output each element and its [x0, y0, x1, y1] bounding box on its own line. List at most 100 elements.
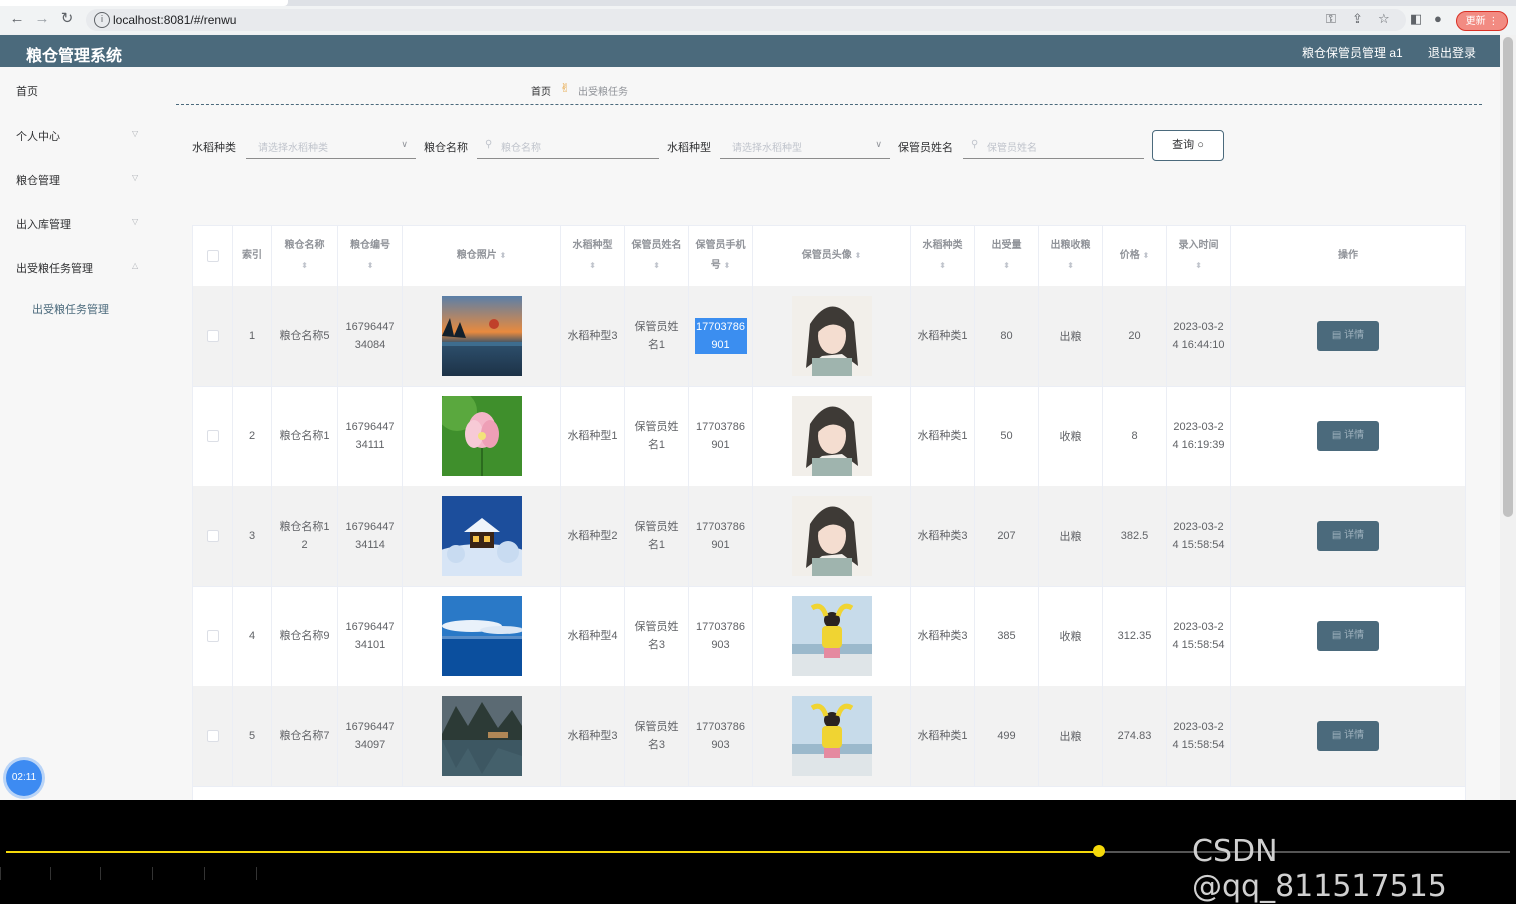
granary-name-input[interactable]: ⚲ 粮仓名称	[477, 131, 659, 159]
sort-icon[interactable]: ⬍	[301, 256, 308, 276]
header-rice-type[interactable]: 水稻种型 ⬍	[561, 226, 625, 286]
sort-icon[interactable]: ⬍	[500, 246, 507, 266]
granary-photo[interactable]	[441, 696, 522, 776]
active-tab[interactable]	[0, 0, 288, 6]
sort-icon[interactable]: ⬍	[855, 246, 862, 266]
cell-granary-name: 粮仓名称9	[279, 630, 330, 642]
player-control[interactable]	[0, 867, 51, 880]
query-button[interactable]: 查询 ○	[1152, 130, 1224, 161]
header-rice-kind[interactable]: 水稻种类 ⬍	[911, 226, 975, 286]
cell-entry-time: 2023-03-24 15:58:54	[1172, 621, 1225, 651]
table-cell	[193, 386, 233, 486]
progress-handle[interactable]	[1093, 845, 1106, 857]
sort-icon[interactable]: ⬍	[589, 256, 596, 276]
chevron-down-icon[interactable]: ▽	[132, 217, 138, 226]
table-cell: 382.5	[1103, 486, 1167, 586]
rice-type-select[interactable]: 请选择水稻种型 ∨	[720, 131, 890, 159]
header-keeper-avatar[interactable]: 保管员头像 ⬍	[753, 226, 911, 286]
header-entry-time-label: 录入时间	[1178, 240, 1219, 251]
granary-photo[interactable]	[441, 296, 522, 376]
chevron-down-icon[interactable]: ▽	[132, 173, 138, 182]
table-cell: 水稻种型3	[561, 686, 625, 786]
keeper-name-input[interactable]: ⚲ 保管员姓名	[963, 131, 1144, 159]
side-panel-icon[interactable]: ◧	[1410, 12, 1422, 26]
address-bar[interactable]: i localhost:8081/#/renwu	[86, 9, 1406, 31]
player-control[interactable]	[204, 867, 255, 880]
keeper-avatar[interactable]	[791, 596, 872, 676]
table-cell: 1679644734097	[338, 686, 403, 786]
chevron-up-icon[interactable]: △	[132, 261, 138, 270]
cell-entry-time: 2023-03-24 16:19:39	[1172, 421, 1225, 451]
row-checkbox[interactable]	[206, 530, 219, 542]
row-checkbox[interactable]	[206, 330, 219, 342]
header-granary-name[interactable]: 粮仓名称 ⬍	[272, 226, 338, 286]
row-checkbox[interactable]	[206, 630, 219, 642]
cell-granary-no: 1679644734114	[345, 521, 395, 551]
sidebar-item-inout[interactable]: 出入库管理	[16, 216, 71, 232]
keeper-avatar[interactable]	[791, 396, 872, 476]
sort-icon[interactable]: ⬍	[653, 261, 660, 270]
sort-icon[interactable]: ⬍	[1195, 256, 1202, 276]
sidebar-item-personal[interactable]: 个人中心	[16, 128, 60, 144]
profile-icon[interactable]: ●	[1434, 12, 1442, 26]
table-cell: 水稻种型3	[561, 286, 625, 386]
select-all-checkbox[interactable]	[206, 250, 219, 262]
key-icon[interactable]: ⚿	[1326, 12, 1336, 26]
detail-button[interactable]: ▤ 详情	[1317, 621, 1379, 651]
granary-photo[interactable]	[421, 496, 542, 588]
update-button[interactable]: 更新 ⋮	[1456, 11, 1508, 31]
table-cell: 保管员姓名3	[625, 586, 689, 686]
detail-label: 详情	[1344, 630, 1365, 641]
player-control[interactable]	[100, 867, 151, 880]
header-keeper-phone[interactable]: 保管员手机号 ⬍	[689, 226, 753, 286]
page-scrollbar[interactable]	[1500, 35, 1516, 800]
keeper-avatar[interactable]	[791, 496, 872, 576]
sidebar-item-home[interactable]: 首页	[16, 83, 38, 99]
watermark: CSDN @qq_811517515	[1192, 834, 1447, 904]
granary-photo[interactable]	[436, 391, 522, 476]
player-control[interactable]	[152, 867, 203, 880]
bookmark-star-icon[interactable]: ☆	[1378, 12, 1390, 26]
granary-photo[interactable]	[441, 596, 524, 676]
header-price[interactable]: 价格 ⬍	[1103, 226, 1167, 286]
cell-granary-name: 粮仓名称5	[279, 330, 330, 342]
detail-button[interactable]: ▤ 详情	[1317, 721, 1379, 751]
header-granary-no[interactable]: 粮仓编号 ⬍	[338, 226, 403, 286]
sort-icon[interactable]: ⬍	[724, 261, 731, 270]
keeper-avatar[interactable]	[791, 296, 872, 376]
header-amount[interactable]: 出受量 ⬍	[975, 226, 1039, 286]
logout-link[interactable]: 退出登录	[1428, 44, 1476, 61]
row-checkbox[interactable]	[206, 430, 219, 442]
timer-badge[interactable]: 02:11	[6, 760, 42, 796]
detail-button[interactable]: ▤ 详情	[1317, 321, 1379, 351]
row-checkbox[interactable]	[206, 730, 219, 742]
header-granary-photo[interactable]: 粮仓照片 ⬍	[403, 226, 561, 286]
sort-icon[interactable]: ⬍	[1143, 246, 1150, 266]
sidebar-subitem-task-manage[interactable]: 出受粮任务管理	[32, 301, 109, 317]
header-entry-time[interactable]: 录入时间 ⬍	[1167, 226, 1231, 286]
keeper-avatar[interactable]	[791, 696, 872, 776]
breadcrumb-home[interactable]: 首页	[531, 83, 551, 98]
player-control[interactable]	[50, 867, 101, 880]
sort-icon[interactable]: ⬍	[1067, 256, 1074, 276]
sort-icon[interactable]: ⬍	[1003, 256, 1010, 276]
reload-icon[interactable]: ↻	[58, 10, 76, 28]
sort-icon[interactable]: ⬍	[939, 256, 946, 276]
table-cell: 312.35	[1103, 586, 1167, 686]
player-control[interactable]	[256, 867, 307, 880]
detail-button[interactable]: ▤ 详情	[1317, 521, 1379, 551]
table-cell: 粮仓名称1	[272, 386, 338, 486]
share-icon[interactable]: ⇪	[1352, 12, 1363, 26]
chevron-down-icon[interactable]: ▽	[132, 129, 138, 138]
back-icon[interactable]: ←	[8, 10, 26, 28]
site-info-icon[interactable]: i	[94, 12, 110, 28]
detail-button[interactable]: ▤ 详情	[1317, 421, 1379, 451]
scrollbar-thumb[interactable]	[1503, 37, 1513, 517]
rice-kind-select[interactable]: 请选择水稻种类 ∨	[246, 131, 416, 159]
sort-icon[interactable]: ⬍	[367, 256, 374, 276]
sidebar-item-task[interactable]: 出受粮任务管理	[16, 260, 93, 276]
sidebar-item-granary[interactable]: 粮仓管理	[16, 172, 60, 188]
header-direction[interactable]: 出粮收粮 ⬍	[1039, 226, 1103, 286]
header-keeper-name[interactable]: 保管员姓名 ⬍	[625, 226, 689, 286]
forward-icon[interactable]: →	[33, 10, 51, 28]
